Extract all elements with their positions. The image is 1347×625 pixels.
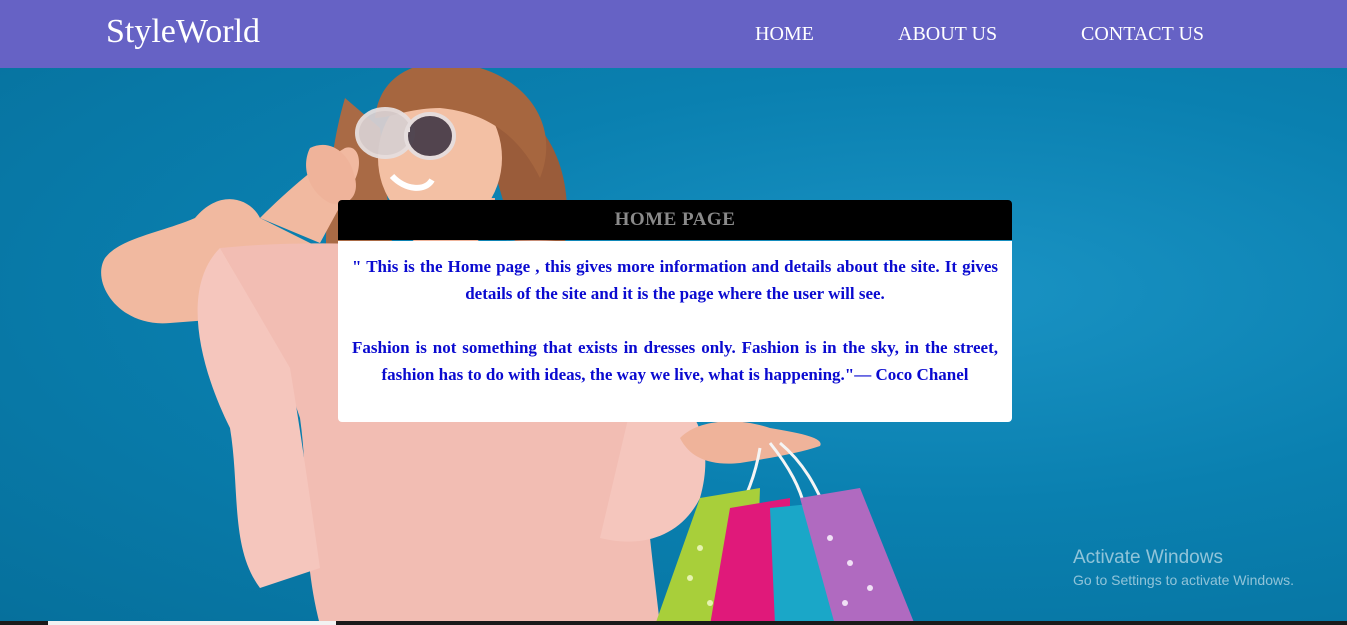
paragraph-spacer: [352, 307, 998, 334]
brand-logo[interactable]: StyleWorld: [106, 12, 260, 52]
nav-link-contact-us[interactable]: CONTACT US: [1081, 22, 1204, 46]
watermark-title: Activate Windows: [1073, 547, 1223, 568]
navbar: StyleWorld HOME ABOUT US CONTACT US: [0, 0, 1347, 68]
nav-link-home[interactable]: HOME: [755, 22, 814, 46]
activate-windows-watermark: Activate Windows Go to Settings to activ…: [1073, 546, 1294, 590]
card-title: HOME PAGE: [614, 209, 736, 230]
card-paragraph-intro: " This is the Home page , this gives mor…: [352, 257, 998, 303]
sunglasses-icon: [355, 107, 456, 160]
card-paragraph-quote: Fashion is not something that exists in …: [352, 338, 998, 384]
card-body: " This is the Home page , this gives mor…: [338, 241, 1012, 422]
bottom-scrollbar[interactable]: [48, 621, 336, 625]
card-header: HOME PAGE: [338, 200, 1012, 240]
nav-link-about-us[interactable]: ABOUT US: [898, 22, 997, 46]
watermark-subtitle: Go to Settings to activate Windows.: [1073, 572, 1294, 588]
